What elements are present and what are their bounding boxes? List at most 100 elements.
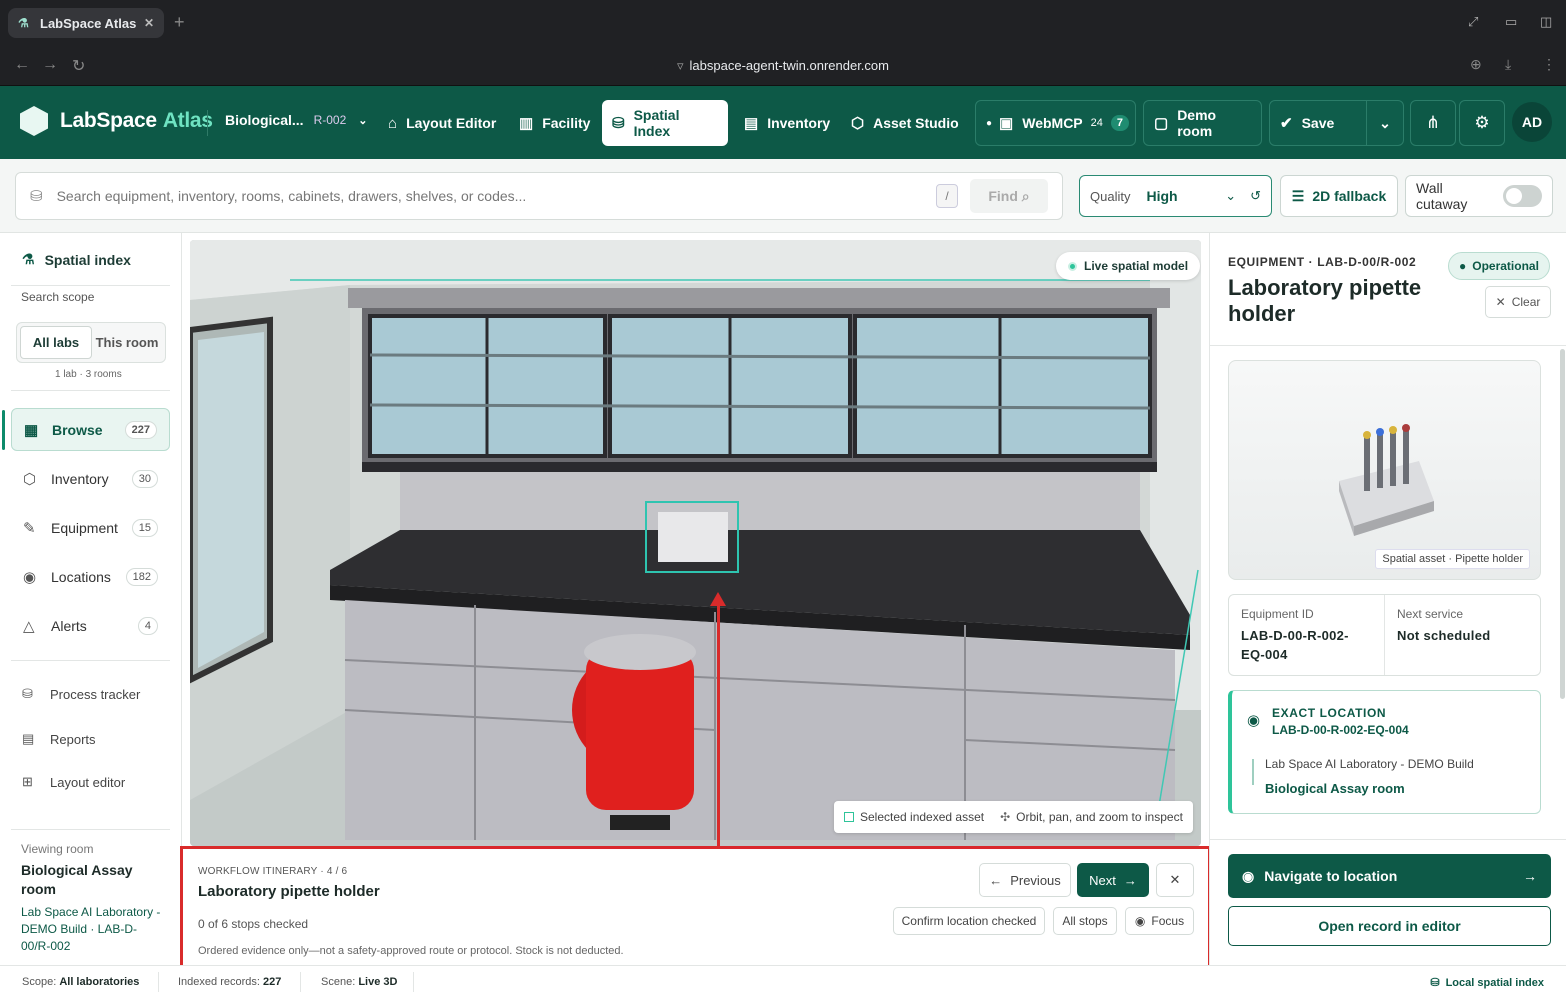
layout-editor-link[interactable]: ⊞ Layout editor (22, 774, 125, 790)
find-button[interactable]: Find ⌕ (970, 179, 1048, 213)
room-selector[interactable]: Biological... R-002 ⌄ (225, 112, 367, 128)
download-icon[interactable]: ⤓ (1505, 56, 1511, 73)
search-scope-toggle: All labs This room (16, 322, 166, 363)
close-itinerary-button[interactable]: ✕ (1156, 863, 1194, 897)
arrow-left-icon: ← (989, 872, 1003, 888)
confirm-location-button[interactable]: Confirm location checked (893, 907, 1045, 935)
all-stops-label: All stops (1062, 914, 1108, 928)
scope-all-labs[interactable]: All labs (20, 326, 92, 359)
shortcut-hint: / (936, 184, 958, 208)
next-service-value: Not scheduled (1397, 628, 1491, 643)
minimize-icon[interactable]: ▭ (1505, 14, 1517, 30)
database-icon: ⛁ (1430, 977, 1440, 989)
reset-icon[interactable]: ↺ (1250, 188, 1261, 204)
avatar[interactable]: AD (1512, 102, 1552, 142)
url-text[interactable]: ▿ labspace-agent-twin.onrender.com (0, 58, 1566, 74)
annotation-arrow (717, 600, 720, 846)
nav-inventory[interactable]: ▤ Inventory (734, 100, 840, 146)
csv-file-icon: ▤ (22, 731, 35, 746)
nav-layout-editor[interactable]: ⌂ Layout Editor (378, 100, 506, 146)
brand-logo[interactable]: LabSpace Atlas (20, 106, 213, 136)
nav-spatial-index[interactable]: ⛁ Spatial Index (602, 100, 728, 146)
divider (11, 285, 170, 286)
scope-summary: 1 lab · 3 rooms (55, 369, 122, 380)
chevron-down-icon: ⌄ (358, 114, 368, 127)
focus-button[interactable]: ◉ Focus (1125, 907, 1194, 935)
next-button[interactable]: Next → (1077, 863, 1149, 897)
url-value: labspace-agent-twin.onrender.com (689, 58, 889, 73)
arrow-right-icon: → (1123, 872, 1137, 888)
browser-tab[interactable]: ⚗ LabSpace Atlas ✕ (8, 8, 164, 38)
sidebar-item-locations[interactable]: ◉ Locations 182 (11, 555, 170, 598)
save-options-button[interactable]: ⌄ (1366, 100, 1404, 146)
home-icon: ⌂ (388, 114, 398, 132)
settings-button[interactable]: ⚙ (1459, 100, 1505, 146)
workflow-itinerary-panel: WORKFLOW ITINERARY · 4 / 6 Laboratory pi… (180, 846, 1211, 970)
scope-this-room[interactable]: This room (92, 326, 162, 359)
status-badge: ● Operational (1448, 252, 1550, 280)
list-icon: ☰ (1291, 187, 1305, 204)
menu-icon[interactable]: ⋮ (1542, 56, 1556, 73)
previous-button[interactable]: ← Previous (979, 863, 1071, 897)
chevron-down-icon: ⌄ (1379, 114, 1391, 131)
sidebar: ⚗ Spatial index Search scope All labs Thi… (0, 233, 182, 965)
live-dot-icon (1068, 261, 1077, 271)
share-icon: ⋔ (1425, 113, 1441, 132)
pipette-holder-illustration (1339, 424, 1434, 536)
gear-icon: ⚙ (1474, 113, 1490, 132)
wall-cutaway-toggle[interactable] (1502, 185, 1542, 207)
open-record-button[interactable]: Open record in editor (1228, 906, 1551, 946)
quality-select[interactable]: Quality High ⌄ ↺ (1079, 175, 1272, 217)
sidebar-item-alerts[interactable]: △ Alerts 4 (11, 604, 170, 647)
reports-link[interactable]: ▤ Reports (22, 731, 96, 747)
nav-asset-studio[interactable]: ⬡ Asset Studio (841, 100, 969, 146)
site-info-icon[interactable]: ▿ (677, 58, 684, 73)
quality-label: Quality (1090, 188, 1131, 204)
browser-tabbar: ⚗ LabSpace Atlas ✕ + ⤢ ▭ ◫ (0, 0, 1566, 46)
share-button[interactable]: ⋔ (1410, 100, 1456, 146)
fullscreen-icon[interactable]: ⤢ (1468, 14, 1478, 30)
equipment-id-value: LAB-D-00-R-002-EQ-004 (1241, 628, 1349, 662)
location-lab: Lab Space AI Laboratory - DEMO Build (1265, 757, 1474, 771)
scene-legend: Selected indexed asset ✣ Orbit, pan, and… (834, 801, 1193, 833)
next-label: Next (1089, 872, 1116, 888)
close-tab-icon[interactable]: ✕ (144, 16, 154, 30)
itinerary-step: WORKFLOW ITINERARY · 4 / 6 (198, 866, 348, 877)
database-icon: ⛁ (612, 115, 625, 132)
monitor-icon: ▣ (999, 115, 1014, 132)
nav-facility[interactable]: ▥ Facility (509, 100, 600, 146)
save-button[interactable]: ✔ Save (1269, 100, 1367, 146)
webmcp-button[interactable]: ● ▣ WebMCP 24 7 (975, 100, 1136, 146)
selected-square-icon (844, 812, 854, 822)
equipment-kicker: EQUIPMENT · LAB-D-00/R-002 (1228, 255, 1417, 269)
new-tab-icon[interactable]: + (174, 12, 185, 33)
indexed-status-value: 227 (263, 976, 282, 988)
status-bar: Scope: All laboratories Indexed records:… (0, 965, 1566, 997)
viewing-room-path[interactable]: Lab Space AI Laboratory - DEMO Build · L… (21, 904, 161, 955)
sidebar-item-browse[interactable]: ▦ Browse 227 (11, 408, 170, 451)
room-code: R-002 (313, 113, 347, 127)
equipment-title: Laboratory pipette holder (1228, 275, 1422, 326)
demo-room-button[interactable]: ▢ Demo room (1143, 100, 1262, 146)
process-tracker-link[interactable]: ⛁ Process tracker (22, 686, 140, 702)
sidebar-toggle-icon[interactable]: ◫ (1540, 14, 1552, 30)
process-tracker-label: Process tracker (50, 686, 141, 702)
scrollbar[interactable] (1560, 349, 1565, 699)
sidebar-item-label: Locations (51, 568, 111, 585)
location-rail (1252, 759, 1254, 785)
navigate-to-location-button[interactable]: ◉ Navigate to location → (1228, 854, 1551, 898)
3d-viewport[interactable]: Live spatial model Selected indexed asse… (190, 240, 1201, 846)
2d-fallback-button[interactable]: ☰ 2D fallback (1280, 175, 1398, 217)
sidebar-item-equipment[interactable]: ✎ Equipment 15 (11, 506, 170, 549)
clear-button[interactable]: ✕ Clear (1485, 286, 1551, 318)
sidebar-item-label: Browse (52, 421, 103, 438)
room-name: Biological... (225, 112, 304, 128)
search-box[interactable]: ⛁ Search equipment, inventory, rooms, ca… (15, 172, 1063, 220)
sidebar-item-count: 15 (131, 518, 158, 537)
wall-cutaway-label: Wall cutaway (1416, 180, 1468, 212)
search-input[interactable]: Search equipment, inventory, rooms, cabi… (57, 188, 936, 204)
install-icon[interactable]: ⊕ (1470, 56, 1482, 73)
sidebar-item-inventory[interactable]: ⬡ Inventory 30 (11, 457, 170, 500)
check-circle-icon: ● (1459, 259, 1467, 273)
all-stops-button[interactable]: All stops (1053, 907, 1117, 935)
